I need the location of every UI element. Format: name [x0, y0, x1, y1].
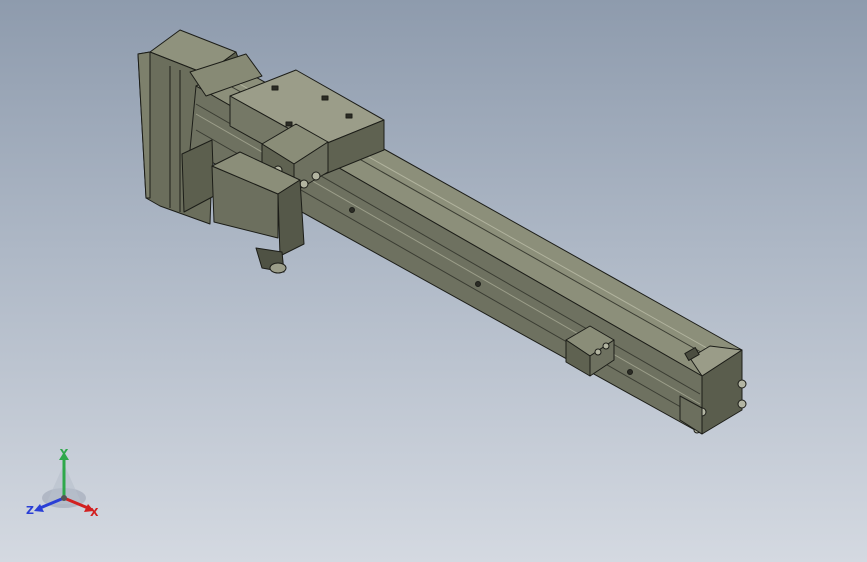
screw-hole-icon: [627, 369, 633, 375]
screw-hole-icon: [475, 281, 481, 287]
cad-viewport[interactable]: Y X Z: [0, 0, 867, 562]
x-axis-label: X: [90, 506, 99, 519]
y-axis-label: Y: [59, 447, 69, 460]
screw-hole-icon: [349, 207, 355, 213]
linear-actuator-model[interactable]: [0, 0, 867, 562]
axis-triad: Y X Z: [26, 447, 99, 519]
z-axis-label: Z: [26, 504, 34, 517]
